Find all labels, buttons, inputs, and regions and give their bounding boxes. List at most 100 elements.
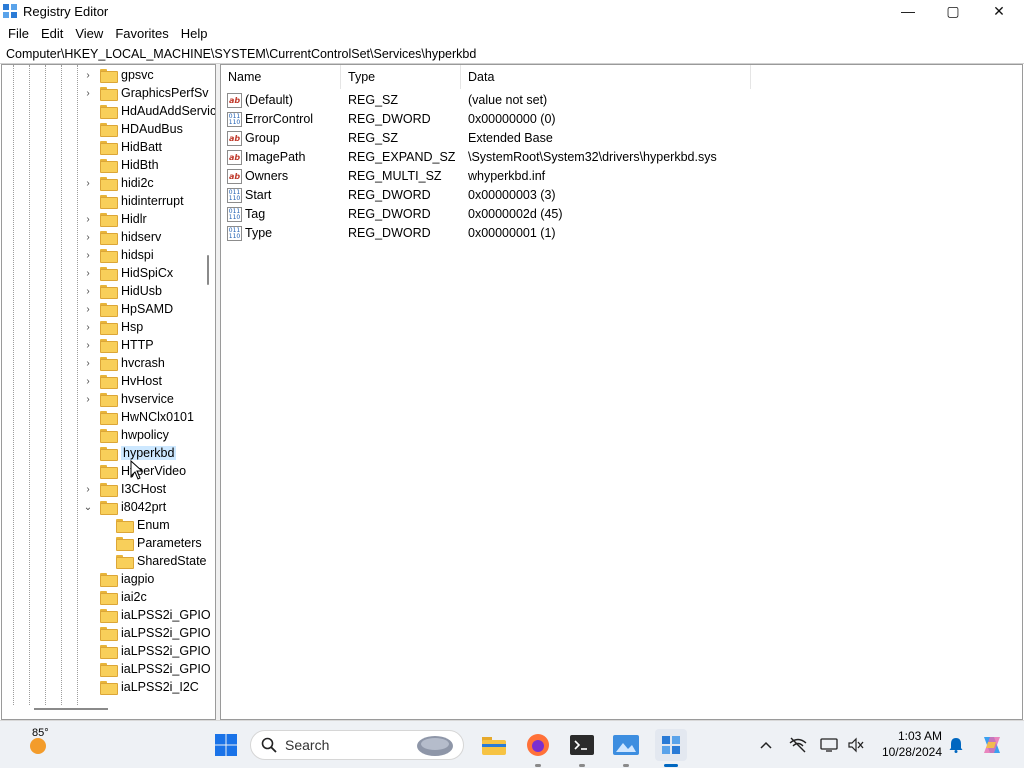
firefox-taskbar-icon[interactable] [522, 729, 554, 761]
menu-help[interactable]: Help [175, 26, 214, 41]
chevron-right-icon[interactable]: › [82, 336, 94, 354]
close-button[interactable]: ✕ [976, 0, 1022, 22]
chevron-right-icon[interactable]: › [82, 282, 94, 300]
chevron-right-icon[interactable]: › [82, 372, 94, 390]
tree-item[interactable]: › GraphicsPerfSv [82, 84, 209, 102]
tree-item[interactable]: › HidUsb [82, 282, 162, 300]
tree-item[interactable]: SharedState [98, 552, 207, 570]
chevron-right-icon[interactable]: › [82, 210, 94, 228]
values-pane[interactable]: Name Type Data ab (Default) REG_SZ (value n… [220, 64, 1023, 720]
tree-item[interactable]: iaLPSS2i_GPIO [82, 642, 211, 660]
chevron-right-icon[interactable]: › [82, 228, 94, 246]
registry-editor-taskbar-icon[interactable] [655, 729, 687, 761]
tree-item[interactable]: › Hsp [82, 318, 143, 336]
tree-item[interactable]: › HTTP [82, 336, 154, 354]
tree-item[interactable]: iai2c [82, 588, 147, 606]
chevron-right-icon[interactable]: › [82, 174, 94, 192]
notification-bell-icon[interactable] [946, 729, 966, 761]
value-row[interactable]: 011 110 Tag REG_DWORD 0x0000002d (45) [221, 205, 1001, 224]
string-value-icon: ab [227, 93, 242, 108]
chevron-right-icon[interactable]: › [82, 318, 94, 336]
column-header-type[interactable]: Type [341, 65, 461, 89]
terminal-taskbar-icon[interactable] [566, 729, 598, 761]
menu-file[interactable]: File [2, 26, 35, 41]
value-row[interactable]: 011 110 Type REG_DWORD 0x00000001 (1) [221, 224, 1001, 243]
tree-item[interactable]: Enum [98, 516, 170, 534]
tree-item-label: gpsvc [121, 68, 154, 82]
display-icon[interactable] [818, 729, 840, 761]
chevron-right-icon[interactable]: › [82, 66, 94, 84]
tree-vertical-scrollbar[interactable] [207, 255, 209, 285]
taskbar-search-box[interactable]: Search [250, 730, 464, 760]
chevron-down-icon[interactable]: ⌄ [82, 498, 94, 516]
key-tree[interactable]: › gpsvc › GraphicsPerfSv HdAudAddService HDAu… [1, 64, 216, 720]
tree-item[interactable]: › hidspi [82, 246, 154, 264]
minimize-button[interactable]: — [885, 0, 931, 22]
value-row[interactable]: ab Group REG_SZ Extended Base [221, 129, 1001, 148]
file-explorer-taskbar-icon[interactable] [478, 729, 510, 761]
tree-item[interactable]: iagpio [82, 570, 154, 588]
tree-item[interactable]: › HidSpiCx [82, 264, 173, 282]
tree-item[interactable]: HdAudAddService [82, 102, 215, 120]
maximize-button[interactable]: ▢ [930, 0, 976, 22]
tree-item[interactable]: HDAudBus [82, 120, 183, 138]
start-button[interactable] [210, 729, 242, 761]
address-bar[interactable]: Computer\HKEY_LOCAL_MACHINE\SYSTEM\Curre… [0, 44, 1024, 64]
value-row[interactable]: 011 110 ErrorControl REG_DWORD 0x00000000 (… [221, 110, 1001, 129]
clock-date[interactable]: 10/28/2024 [874, 745, 942, 759]
clock-time[interactable]: 1:03 AM [874, 729, 942, 743]
weather-widget[interactable]: 85° [18, 727, 58, 761]
volume-muted-icon[interactable] [845, 729, 867, 761]
tree-item[interactable]: › hvcrash [82, 354, 165, 372]
tree-item[interactable]: HwNClx0101 [82, 408, 194, 426]
copilot-icon[interactable] [978, 729, 1006, 761]
image-app-taskbar-icon[interactable] [610, 729, 642, 761]
chevron-right-icon[interactable]: › [82, 300, 94, 318]
column-header-name[interactable]: Name [221, 65, 341, 89]
folder-icon [100, 105, 118, 119]
chevron-right-icon[interactable]: › [82, 264, 94, 282]
value-row[interactable]: ab ImagePath REG_EXPAND_SZ \SystemRoot\Syst… [221, 148, 1001, 167]
tree-item[interactable]: › hvservice [82, 390, 174, 408]
tree-horizontal-scrollbar[interactable] [34, 708, 108, 710]
tree-item[interactable]: iaLPSS2i_GPIO [82, 660, 211, 678]
tree-item[interactable]: › I3CHost [82, 480, 166, 498]
tree-item[interactable]: hidinterrupt [82, 192, 184, 210]
value-row[interactable]: ab (Default) REG_SZ (value not set) [221, 91, 1001, 110]
tree-item[interactable]: HidBatt [82, 138, 162, 156]
title-bar[interactable]: Registry Editor — ▢ ✕ [0, 0, 1024, 22]
menu-favorites[interactable]: Favorites [109, 26, 174, 41]
chevron-right-icon[interactable]: › [82, 84, 94, 102]
chevron-up-icon[interactable] [756, 729, 776, 761]
tree-item[interactable]: iaLPSS2i_I2C [82, 678, 199, 696]
tree-item[interactable]: Parameters [98, 534, 202, 552]
menu-edit[interactable]: Edit [35, 26, 69, 41]
tree-item[interactable]: › Hidlr [82, 210, 147, 228]
chevron-right-icon[interactable]: › [82, 390, 94, 408]
tree-item[interactable]: › HpSAMD [82, 300, 173, 318]
tree-item[interactable]: ⌄ i8042prt [82, 498, 166, 516]
tree-item[interactable]: hwpolicy [82, 426, 169, 444]
chevron-right-icon[interactable]: › [82, 354, 94, 372]
registry-editor-icon [3, 4, 17, 18]
chevron-right-icon[interactable]: › [82, 480, 94, 498]
tree-item[interactable]: iaLPSS2i_GPIO [82, 624, 211, 642]
tree-item[interactable]: HidBth [82, 156, 159, 174]
tree-item[interactable]: iaLPSS2i_GPIO [82, 606, 211, 624]
tree-item[interactable]: › HvHost [82, 372, 162, 390]
tree-item-label: hvservice [121, 392, 174, 406]
folder-icon [100, 357, 118, 371]
value-data: 0x00000003 (3) [468, 188, 556, 202]
chevron-right-icon[interactable]: › [82, 246, 94, 264]
column-header-data[interactable]: Data [461, 65, 751, 89]
tree-item[interactable]: › hidi2c [82, 174, 154, 192]
network-off-icon[interactable] [787, 729, 809, 761]
value-row[interactable]: ab Owners REG_MULTI_SZ whyperkbd.inf [221, 167, 1001, 186]
value-row[interactable]: 011 110 Start REG_DWORD 0x00000003 (3) [221, 186, 1001, 205]
tree-item[interactable]: › hidserv [82, 228, 161, 246]
tree-item[interactable]: › gpsvc [82, 66, 154, 84]
menu-view[interactable]: View [69, 26, 109, 41]
